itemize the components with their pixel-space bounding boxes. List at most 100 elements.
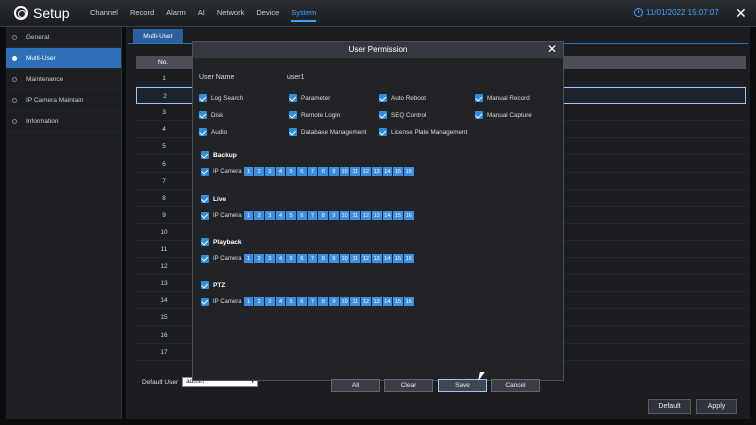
channel-button[interactable]: 15	[393, 167, 403, 176]
channel-button[interactable]: 3	[264, 167, 275, 176]
channel-button[interactable]: 15	[393, 297, 403, 306]
channel-button[interactable]: 9	[329, 167, 339, 176]
channel-button[interactable]: 10	[339, 297, 350, 306]
channel-button[interactable]: 12	[361, 211, 371, 220]
channel-button[interactable]: 4	[275, 211, 286, 220]
channel-button[interactable]: 11	[350, 211, 361, 220]
permission-database-management-checkbox[interactable]: Database Management	[289, 128, 366, 136]
nav-channel[interactable]: Channel	[90, 8, 118, 22]
channel-button[interactable]: 12	[361, 167, 371, 176]
channel-button[interactable]: 2	[254, 254, 264, 263]
all-button[interactable]: All	[331, 379, 380, 392]
permission-auto-reboot-checkbox[interactable]: Auto Reboot	[379, 94, 426, 102]
channel-button[interactable]: 1	[243, 211, 254, 220]
channel-button[interactable]: 8	[318, 167, 329, 176]
permission-remote-login-checkbox[interactable]: Remote Login	[289, 111, 340, 119]
channel-button[interactable]: 8	[318, 211, 329, 220]
channel-button[interactable]: 11	[350, 297, 361, 306]
apply-button[interactable]: Apply	[696, 399, 737, 414]
section-backup-checkbox[interactable]: Backup	[201, 151, 237, 159]
channel-button[interactable]: 14	[382, 254, 393, 263]
channel-button[interactable]: 16	[403, 297, 414, 306]
permission-manual-capture-checkbox[interactable]: Manual Capture	[475, 111, 532, 119]
ip-camera-checkbox[interactable]	[201, 167, 209, 176]
channel-button[interactable]: 13	[371, 254, 382, 263]
channel-button[interactable]: 16	[403, 211, 414, 220]
channel-button[interactable]: 15	[393, 254, 403, 263]
channel-button[interactable]: 6	[297, 167, 307, 176]
dialog-close-icon[interactable]: ✕	[547, 42, 557, 57]
channel-button[interactable]: 2	[254, 167, 264, 176]
ip-camera-checkbox[interactable]	[201, 254, 209, 263]
section-ptz-checkbox[interactable]: PTZ	[201, 281, 225, 289]
permission-parameter-checkbox[interactable]: Parameter	[289, 94, 330, 102]
channel-button[interactable]: 5	[286, 211, 297, 220]
sidebar-item-multi-user[interactable]: Multi-User	[6, 48, 121, 69]
permission-seq-control-checkbox[interactable]: SEQ Control	[379, 111, 426, 119]
channel-button[interactable]: 3	[264, 254, 275, 263]
permission-log-search-checkbox[interactable]: Log Search	[199, 94, 243, 102]
channel-button[interactable]: 13	[371, 211, 382, 220]
channel-button[interactable]: 7	[307, 211, 318, 220]
permission-license-plate-management-checkbox[interactable]: License Plate Management	[379, 128, 467, 136]
channel-button[interactable]: 1	[243, 167, 254, 176]
nav-ai[interactable]: AI	[198, 8, 205, 22]
ip-camera-checkbox[interactable]	[201, 297, 209, 306]
nav-system[interactable]: System	[291, 8, 317, 22]
channel-button[interactable]: 1	[243, 297, 254, 306]
sidebar-item-ip-camera-maintain[interactable]: IP Camera Maintain	[6, 90, 121, 111]
channel-button[interactable]: 16	[403, 254, 414, 263]
channel-button[interactable]: 8	[318, 297, 329, 306]
channel-button[interactable]: 14	[382, 297, 393, 306]
channel-button[interactable]: 10	[339, 167, 350, 176]
tab-multi-user[interactable]: Multi-User	[133, 29, 183, 43]
channel-button[interactable]: 6	[297, 211, 307, 220]
nav-device[interactable]: Device	[256, 8, 279, 22]
channel-button[interactable]: 15	[393, 211, 403, 220]
channel-button[interactable]: 9	[329, 254, 339, 263]
channel-button[interactable]: 8	[318, 254, 329, 263]
ip-camera-checkbox[interactable]	[201, 211, 209, 220]
permission-disk-checkbox[interactable]: Disk	[199, 111, 223, 119]
channel-button[interactable]: 14	[382, 211, 393, 220]
channel-button[interactable]: 14	[382, 167, 393, 176]
channel-button[interactable]: 7	[307, 254, 318, 263]
nav-record[interactable]: Record	[130, 8, 154, 22]
channel-button[interactable]: 6	[297, 297, 307, 306]
channel-button[interactable]: 9	[329, 297, 339, 306]
channel-button[interactable]: 6	[297, 254, 307, 263]
channel-button[interactable]: 4	[275, 297, 286, 306]
channel-button[interactable]: 4	[275, 254, 286, 263]
channel-button[interactable]: 10	[339, 211, 350, 220]
channel-button[interactable]: 16	[403, 167, 414, 176]
nav-alarm[interactable]: Alarm	[166, 8, 186, 22]
channel-button[interactable]: 3	[264, 297, 275, 306]
channel-button[interactable]: 5	[286, 167, 297, 176]
channel-button[interactable]: 7	[307, 167, 318, 176]
channel-button[interactable]: 10	[339, 254, 350, 263]
nav-network[interactable]: Network	[217, 8, 245, 22]
channel-button[interactable]: 7	[307, 297, 318, 306]
channel-button[interactable]: 9	[329, 211, 339, 220]
channel-button[interactable]: 2	[254, 211, 264, 220]
permission-audio-checkbox[interactable]: Audio	[199, 128, 227, 136]
channel-button[interactable]: 12	[361, 254, 371, 263]
close-icon[interactable]: ✕	[735, 5, 747, 22]
channel-button[interactable]: 5	[286, 254, 297, 263]
channel-button[interactable]: 12	[361, 297, 371, 306]
channel-button[interactable]: 3	[264, 211, 275, 220]
clear-button[interactable]: Clear	[384, 379, 433, 392]
channel-button[interactable]: 13	[371, 297, 382, 306]
channel-button[interactable]: 11	[350, 254, 361, 263]
channel-button[interactable]: 5	[286, 297, 297, 306]
cancel-button[interactable]: Cancel	[491, 379, 540, 392]
channel-button[interactable]: 1	[243, 254, 254, 263]
default-button[interactable]: Default	[648, 399, 691, 414]
channel-button[interactable]: 4	[275, 167, 286, 176]
section-playback-checkbox[interactable]: Playback	[201, 238, 242, 246]
section-live-checkbox[interactable]: Live	[201, 195, 226, 203]
channel-button[interactable]: 13	[371, 167, 382, 176]
permission-manual-record-checkbox[interactable]: Manual Record	[475, 94, 530, 102]
channel-button[interactable]: 2	[254, 297, 264, 306]
channel-button[interactable]: 11	[350, 167, 361, 176]
